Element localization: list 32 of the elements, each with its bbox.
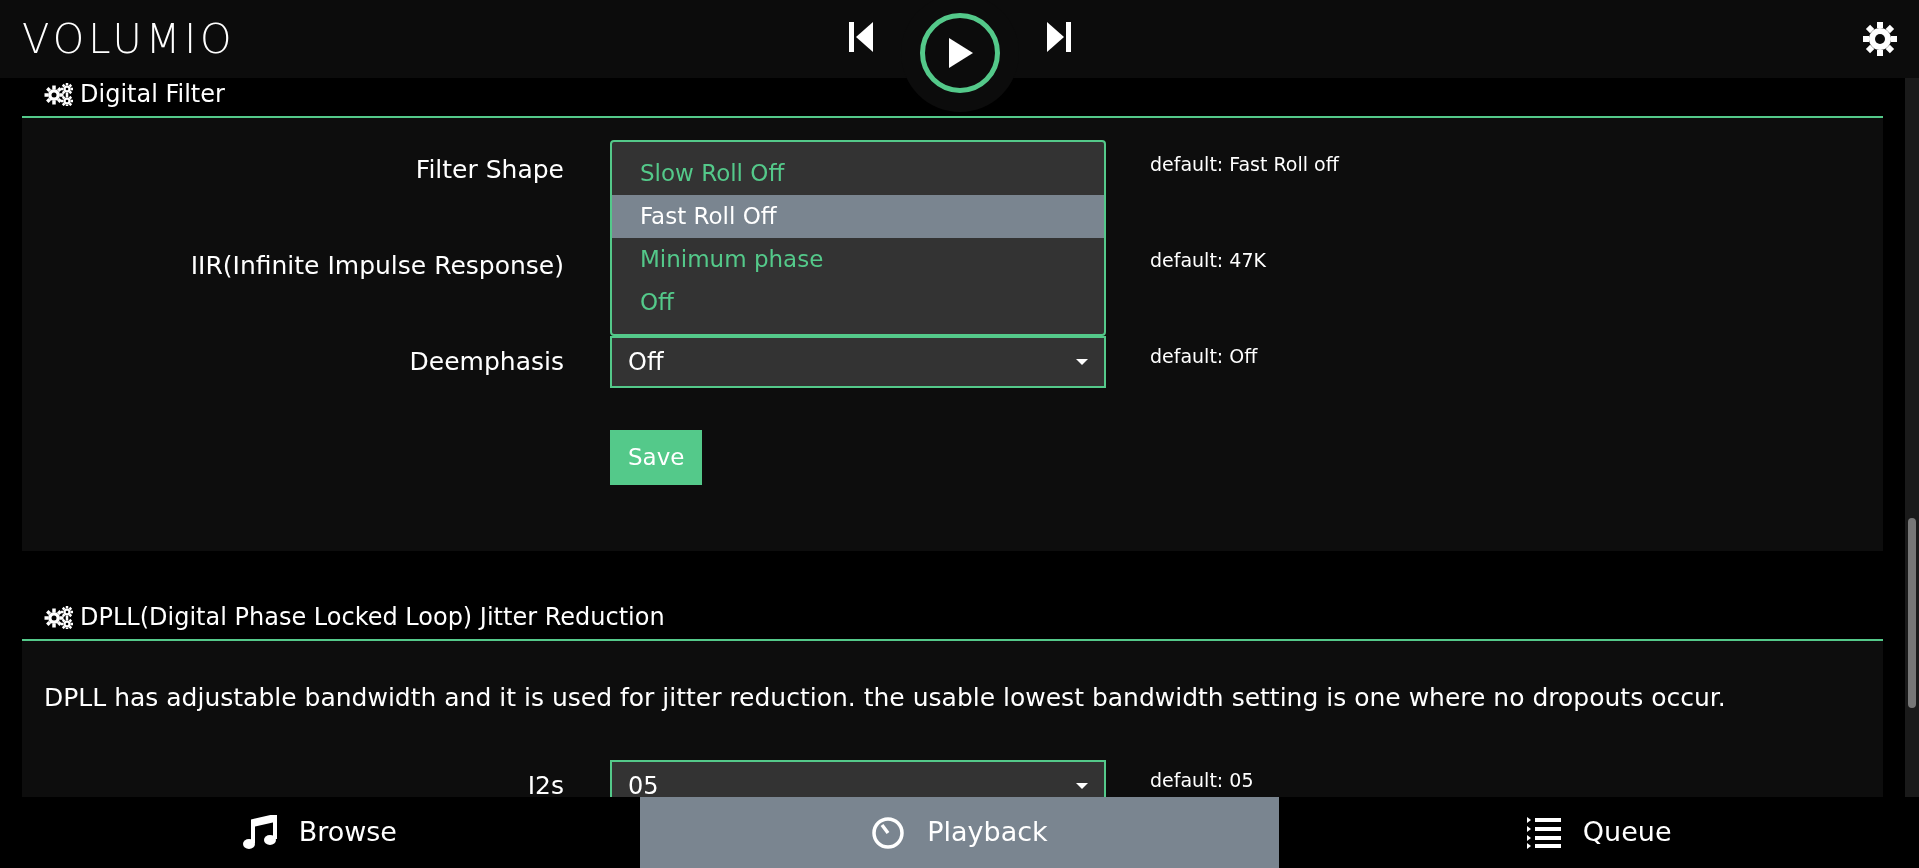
field-label: I2s — [526, 770, 564, 797]
field-label: IIR(Infinite Impulse Response) — [189, 250, 564, 283]
default-hint: default: Fast Roll off — [1150, 152, 1339, 177]
dropdown-option[interactable]: Minimum phase — [612, 238, 1104, 281]
gear-icon — [1863, 22, 1897, 56]
next-icon — [1046, 20, 1071, 54]
field-label: Deemphasis — [408, 346, 564, 379]
play-button[interactable] — [919, 13, 1000, 93]
nav-tab[interactable]: Playback — [639, 797, 1280, 868]
logo: VOLUMIO — [22, 19, 236, 59]
select-field[interactable]: Off — [610, 336, 1106, 388]
description-text: DPLL has adjustable bandwidth and it is used for jitter reduction. the usable lowest bandwidth setting is one where no dropouts occur. — [43, 681, 1727, 714]
gears-icon — [44, 82, 74, 106]
default-hint: default: 05 — [1150, 768, 1254, 793]
default-hint: default: Off — [1150, 344, 1258, 369]
settings-button[interactable] — [1863, 22, 1897, 56]
previous-button[interactable] — [848, 20, 873, 54]
default-hint: default: 47K — [1150, 248, 1266, 273]
music-note-icon — [242, 814, 277, 851]
dropdown-option[interactable]: Slow Roll Off — [612, 152, 1104, 195]
select-field[interactable]: 05 — [610, 760, 1106, 797]
field-label: Filter Shape — [414, 154, 564, 187]
section-title: Digital Filter — [80, 79, 225, 110]
dropdown-option[interactable]: Off — [612, 281, 1104, 324]
dial-icon — [871, 815, 906, 850]
section-title: DPLL(Digital Phase Locked Loop) Jitter Reduction — [80, 601, 665, 633]
dropdown-option[interactable]: Fast Roll Off — [612, 195, 1104, 238]
scrollbar[interactable] — [1905, 78, 1919, 797]
list-icon — [1526, 816, 1561, 849]
previous-icon — [848, 20, 873, 54]
next-button[interactable] — [1046, 20, 1071, 54]
gears-icon — [44, 604, 74, 629]
